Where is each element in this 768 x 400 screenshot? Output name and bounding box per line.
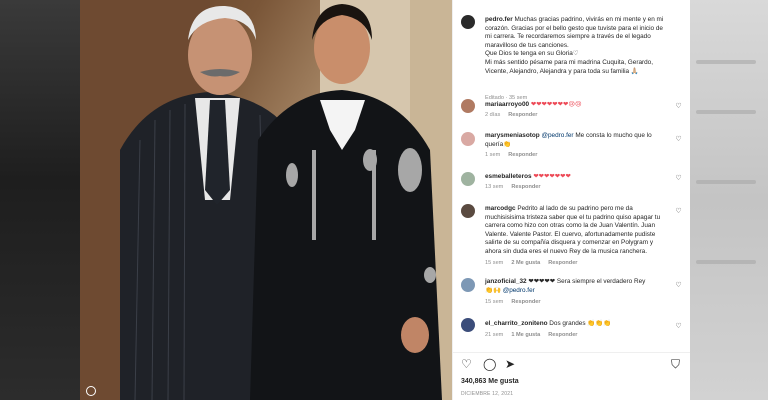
comment-text: marysmeniasotop @pedro.fer Me consta lo …	[485, 132, 652, 148]
post-date: DICIEMBRE 12, 2021	[461, 391, 514, 397]
right-blurred-background	[690, 0, 768, 400]
comment-meta: 1 sem Responder	[485, 152, 538, 158]
left-blurred-background	[0, 0, 80, 400]
comment-like-icon[interactable]: ♡	[675, 323, 682, 330]
comment-like-icon[interactable]: ♡	[675, 208, 682, 215]
comment-likes[interactable]: 2 Me gusta	[511, 260, 540, 266]
commenter-avatar[interactable]	[461, 99, 475, 113]
commenter-avatar[interactable]	[461, 172, 475, 186]
reply-button[interactable]: Responder	[508, 112, 537, 118]
comment-text: mariaarroyo00 ❤❤❤❤❤❤❤😢😢	[485, 101, 582, 108]
comment-text: marcodgc Pedrito al lado de su padrino p…	[485, 205, 661, 255]
reply-button[interactable]: Responder	[511, 299, 540, 305]
caption-text: pedro.fer Muchas gracias padrino, vivirá…	[485, 16, 664, 75]
commenter-username[interactable]: marcodgc	[485, 205, 516, 212]
reply-button[interactable]: Responder	[548, 332, 577, 338]
comment-like-icon[interactable]: ♡	[675, 136, 682, 143]
commenter-username[interactable]: janzoficial_32	[485, 278, 527, 285]
author-username[interactable]: pedro.fer	[485, 16, 513, 23]
comment-item: mariaarroyo00 ❤❤❤❤❤❤❤😢😢 2 días Responder …	[461, 98, 682, 122]
comment-item: marcodgc Pedrito al lado de su padrino p…	[461, 204, 682, 270]
reply-button[interactable]: Responder	[548, 260, 577, 266]
commenter-username[interactable]: el_charrito_zoniteno	[485, 320, 548, 327]
comment-likes[interactable]: 1 Me gusta	[511, 332, 540, 338]
post-action-bar: ♡ ◯ ➤ ⛉	[461, 358, 683, 372]
bookmark-icon[interactable]: ⛉	[671, 358, 680, 370]
mention-link[interactable]: @pedro.fer	[503, 287, 535, 294]
comment-icon[interactable]: ◯	[483, 358, 496, 370]
photo-illustration	[80, 0, 452, 400]
commenter-avatar[interactable]	[461, 204, 475, 218]
commenter-username[interactable]: marysmeniasotop	[485, 132, 540, 139]
comment-like-icon[interactable]: ♡	[675, 175, 682, 182]
heart-icon[interactable]: ♡	[461, 358, 472, 370]
commenter-avatar[interactable]	[461, 278, 475, 292]
comment-like-icon[interactable]: ♡	[675, 282, 682, 289]
commenter-username[interactable]: esmeballeteros	[485, 173, 532, 180]
comment-meta: 15 sem 2 Me gusta Responder	[485, 260, 578, 266]
comment-text: el_charrito_zoniteno Dos grandes 👏👏👏	[485, 320, 612, 327]
comment-text: janzoficial_32 ❤❤❤❤❤ Sera siempre el ver…	[485, 278, 646, 294]
comment-item: el_charrito_zoniteno Dos grandes 👏👏👏 21 …	[461, 318, 682, 344]
comment-item: janzoficial_32 ❤❤❤❤❤ Sera siempre el ver…	[461, 277, 682, 307]
post-photo[interactable]	[80, 0, 452, 400]
actions-divider	[453, 352, 690, 353]
comment-item: marysmeniasotop @pedro.fer Me consta lo …	[461, 131, 682, 161]
reply-button[interactable]: Responder	[511, 184, 540, 190]
instagram-post-panel: pedro.fer Muchas gracias padrino, vivirá…	[452, 0, 690, 400]
comment-meta: 13 sem Responder	[485, 184, 541, 190]
like-count[interactable]: 340,863 Me gusta	[461, 378, 519, 385]
commenter-avatar[interactable]	[461, 132, 475, 146]
comment-meta: 15 sem Responder	[485, 299, 541, 305]
comment-meta: 21 sem 1 Me gusta Responder	[485, 332, 578, 338]
mention-link[interactable]: @pedro.fer	[541, 132, 573, 139]
user-tag-icon[interactable]	[86, 386, 96, 396]
post-caption: pedro.fer Muchas gracias padrino, vivirá…	[461, 14, 682, 101]
share-icon[interactable]: ➤	[505, 358, 515, 370]
comment-item: esmeballeteros ❤❤❤❤❤❤❤ 13 sem Responder ♡	[461, 172, 682, 194]
comment-meta: 2 días Responder	[485, 112, 538, 118]
comment-like-icon[interactable]: ♡	[675, 103, 682, 110]
comment-text: esmeballeteros ❤❤❤❤❤❤❤	[485, 173, 571, 180]
commenter-username[interactable]: mariaarroyo00	[485, 101, 529, 108]
commenter-avatar[interactable]	[461, 318, 475, 332]
reply-button[interactable]: Responder	[508, 152, 537, 158]
author-avatar[interactable]	[461, 15, 475, 29]
